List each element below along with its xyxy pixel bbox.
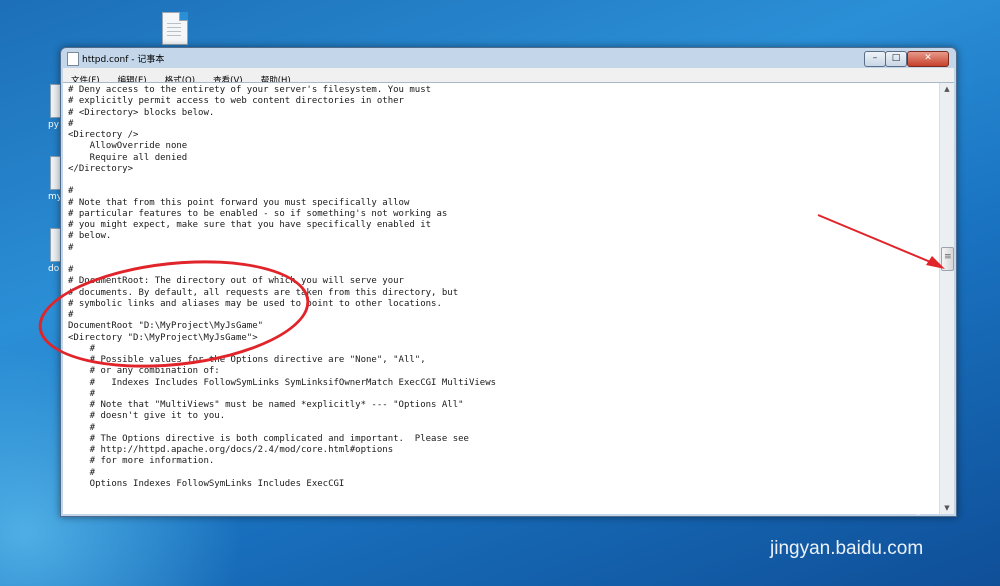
watermark-brand: Bai du [770,482,880,520]
watermark-url: jingyan.baidu.com [770,538,924,559]
baidu-watermark: Bai du 经验 jingyan.baidu.com [770,482,938,559]
watermark-brand-cn: 经验 [885,489,938,519]
